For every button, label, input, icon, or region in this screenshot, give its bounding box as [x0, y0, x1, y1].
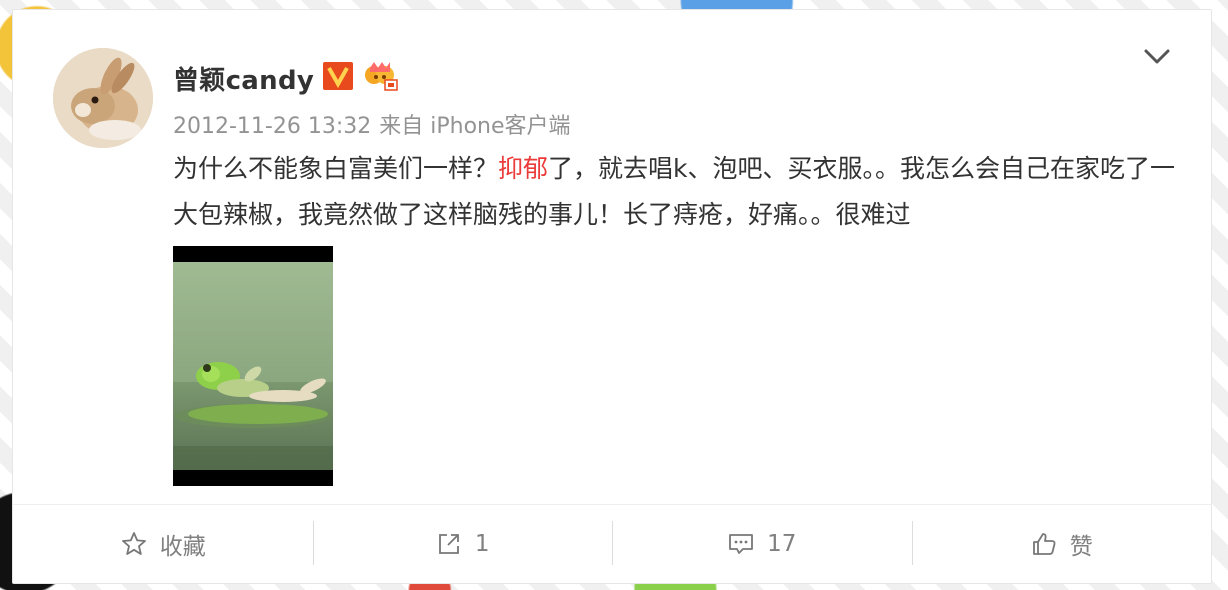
- favorite-button[interactable]: 收藏: [13, 505, 313, 583]
- thumbs-up-icon: [1032, 533, 1056, 555]
- post-text-start: 为什么不能象白富美们一样？: [173, 154, 499, 183]
- share-count: 1: [474, 531, 490, 557]
- share-icon: [439, 534, 459, 554]
- post-timestamp[interactable]: 2012-11-26 13:32: [173, 114, 371, 139]
- like-button[interactable]: 赞: [911, 505, 1212, 583]
- favorite-label: 收藏: [159, 534, 206, 560]
- post-source: 来自 iPhone客户端: [379, 114, 571, 139]
- action-bar: 收藏 1 17 赞: [13, 504, 1211, 583]
- post-meta: 2012-11-26 13:32 来自 iPhone客户端: [173, 108, 571, 140]
- share-button[interactable]: 1: [312, 505, 613, 583]
- comment-icon: [729, 534, 754, 554]
- avatar[interactable]: [53, 48, 153, 148]
- username[interactable]: 曾颖candy: [173, 60, 314, 97]
- comment-button[interactable]: 17: [612, 505, 912, 583]
- post-text: 为什么不能象白富美们一样？抑郁了，就去唱k、泡吧、买衣服。。我怎么会自己在家吃了…: [173, 146, 1183, 238]
- topic-link[interactable]: 抑郁: [498, 154, 548, 183]
- frog-photo-image: [173, 246, 333, 486]
- rabbit-avatar-image: [53, 48, 153, 148]
- like-label: 赞: [1069, 534, 1093, 560]
- post-image-thumbnail[interactable]: [173, 246, 333, 486]
- chevron-down-icon[interactable]: [1143, 46, 1171, 68]
- comment-count: 17: [767, 531, 797, 557]
- star-icon: [121, 532, 146, 555]
- member-crown-icon[interactable]: [363, 58, 399, 92]
- weibo-post-card: 曾颖candy 2012-11-26 13:32 来自 iPhone客户端 为什么…: [12, 9, 1212, 584]
- verified-v-icon[interactable]: [323, 62, 353, 90]
